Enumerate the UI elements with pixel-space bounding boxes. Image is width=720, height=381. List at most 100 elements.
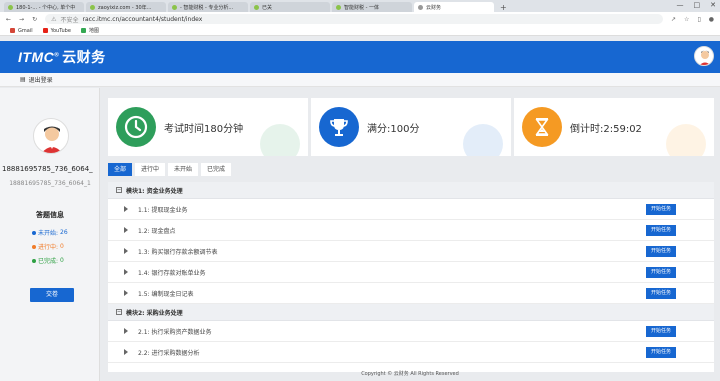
back-icon[interactable]: ←	[6, 16, 11, 23]
trophy-icon	[319, 107, 359, 147]
share-icon[interactable]: ↗	[671, 16, 676, 23]
stat-label: 进行中:	[38, 244, 59, 251]
window-controls: — □ ✕	[677, 1, 717, 9]
answer-info-title: 答题信息	[36, 211, 64, 219]
address-bar-row: ← → ↻ ⚠ 不安全 racc.itmc.cn/accountant4/stu…	[0, 12, 720, 26]
task-row[interactable]: 1.1: 提取现金业务 开始任务	[108, 199, 714, 220]
tab-favicon-icon	[254, 4, 259, 10]
forward-icon[interactable]: →	[19, 16, 24, 23]
stat-not-started: 未开始: 26	[32, 228, 68, 237]
url-field[interactable]: ⚠ 不安全 racc.itmc.cn/accountant4/student/i…	[45, 14, 664, 24]
clock-watermark-icon	[260, 124, 300, 156]
tab-not-started[interactable]: 未开始	[168, 163, 199, 176]
start-task-button[interactable]: 开始任务	[645, 225, 676, 236]
youtube-icon	[42, 28, 48, 33]
countdown-text: 倒计时:2:59:02	[570, 123, 642, 135]
caret-right-icon[interactable]	[124, 349, 128, 355]
module-header[interactable]: − 模块1: 资金业务处理	[108, 182, 714, 199]
browser-tab[interactable]: - 智能财税 - 专业分析...	[168, 2, 248, 12]
start-task-button[interactable]: 开始任务	[645, 347, 676, 358]
caret-right-icon[interactable]	[124, 290, 128, 296]
task-row[interactable]: 1.2: 现金盘点 开始任务	[108, 220, 714, 241]
countdown-card: 倒计时:2:59:02	[514, 98, 714, 156]
hourglass-watermark-icon	[666, 124, 706, 156]
stat-value: 0	[60, 243, 64, 250]
tab-favicon-icon	[90, 4, 95, 10]
exam-info-cards: 考试时间180分钟 满分:100分 倒计时:2:59:02	[108, 98, 714, 156]
logout-link[interactable]: 退出登录	[29, 75, 53, 84]
tab-favicon-icon	[336, 4, 341, 10]
start-task-button[interactable]: 开始任务	[645, 288, 676, 299]
tab-in-progress[interactable]: 进行中	[135, 163, 166, 176]
hourglass-icon	[522, 107, 562, 147]
collapse-icon[interactable]: −	[116, 187, 122, 193]
browser-actions: ↗ ☆ ▯ ●	[671, 16, 714, 23]
start-task-button[interactable]: 开始任务	[645, 267, 676, 278]
status-dot-icon	[32, 258, 36, 263]
bookmark-maps[interactable]: 地图	[80, 27, 99, 34]
task-row[interactable]: 1.5: 编制现金日记表 开始任务	[108, 283, 714, 304]
gmail-icon	[10, 28, 15, 33]
bookmark-label: YouTube	[50, 27, 71, 34]
new-tab-button[interactable]: +	[500, 3, 507, 12]
task-row[interactable]: 2.2: 进行采购数据分析 开始任务	[108, 342, 714, 363]
task-label: 2.2: 进行采购数据分析	[138, 349, 200, 357]
reload-icon[interactable]: ↻	[32, 16, 37, 23]
start-task-button[interactable]: 开始任务	[645, 246, 676, 257]
app-logo: ITMC® 云财务	[18, 47, 106, 67]
stat-value: 26	[60, 229, 68, 236]
browser-tab[interactable]: 智能财税 - 一体	[332, 2, 412, 12]
caret-right-icon[interactable]	[124, 269, 128, 275]
url-text: racc.itmc.cn/accountant4/student/index	[82, 15, 203, 23]
task-label: 1.1: 提取现金业务	[138, 206, 188, 214]
browser-tab[interactable]: 180-1-... - 个中心, 单个中	[4, 2, 84, 12]
full-score-text: 满分:100分	[367, 123, 420, 135]
bookmark-star-icon[interactable]: ☆	[684, 16, 689, 23]
submit-exam-button[interactable]: 交卷	[30, 288, 74, 302]
clock-icon	[116, 107, 156, 147]
task-label: 2.1: 执行采购资产数据业务	[138, 328, 212, 336]
maximize-icon[interactable]: □	[694, 1, 701, 9]
tab-all[interactable]: 全部	[108, 163, 133, 176]
tab-label: 已关	[262, 4, 273, 11]
caret-right-icon[interactable]	[124, 206, 128, 212]
task-row[interactable]: 1.4: 银行存款对账单业务 开始任务	[108, 262, 714, 283]
browser-tab-active[interactable]: 云财务	[414, 2, 494, 12]
task-row[interactable]: 1.3: 购买银行存款余额调节表 开始任务	[108, 241, 714, 262]
stat-label: 已完成:	[38, 258, 59, 265]
trophy-watermark-icon	[463, 124, 503, 156]
start-task-button[interactable]: 开始任务	[645, 326, 676, 337]
task-row[interactable]: 2.1: 执行采购资产数据业务 开始任务	[108, 321, 714, 342]
tab-favicon-icon	[172, 4, 177, 10]
page-footer: Copyright © 云财务 All Rights Reserved	[361, 371, 459, 377]
task-filter-tabs: 全部 进行中 未开始 已完成	[108, 163, 232, 176]
browser-tab[interactable]: 已关	[250, 2, 330, 12]
collapse-icon[interactable]: −	[116, 309, 122, 315]
browser-tab[interactable]: zaoyixiz.com - 30年...	[86, 2, 166, 12]
tab-label: 智能财税 - 一体	[344, 4, 379, 11]
sidebar-icon[interactable]: ▯	[697, 16, 700, 23]
profile-icon[interactable]: ●	[709, 16, 714, 23]
start-task-button[interactable]: 开始任务	[645, 204, 676, 215]
task-label: 1.4: 银行存款对账单业务	[138, 269, 206, 277]
app-header: ITMC® 云财务	[0, 41, 720, 73]
security-icon: ⚠	[51, 15, 57, 23]
logo-cn: 云财务	[62, 49, 106, 65]
logo-reg: ®	[54, 52, 60, 59]
bookmark-gmail[interactable]: Gmail	[10, 28, 33, 34]
caret-right-icon[interactable]	[124, 227, 128, 233]
browser-tab-strip: 180-1-... - 个中心, 单个中 zaoyixiz.com - 30年.…	[0, 0, 720, 12]
stat-value: 0	[60, 257, 64, 264]
caret-right-icon[interactable]	[124, 328, 128, 334]
tab-completed[interactable]: 已完成	[201, 163, 232, 176]
bookmark-youtube[interactable]: YouTube	[42, 27, 71, 34]
header-avatar[interactable]	[694, 46, 714, 66]
module-title: 模块2: 采购业务处理	[126, 309, 183, 317]
close-icon[interactable]: ✕	[710, 1, 716, 9]
minimize-icon[interactable]: —	[677, 1, 684, 9]
module-header[interactable]: − 模块2: 采购业务处理	[108, 304, 714, 321]
caret-right-icon[interactable]	[124, 248, 128, 254]
stat-in-progress: 进行中: 0	[32, 242, 64, 251]
bookmark-label: Gmail	[18, 27, 33, 34]
logout-icon[interactable]: ▤	[20, 76, 26, 83]
